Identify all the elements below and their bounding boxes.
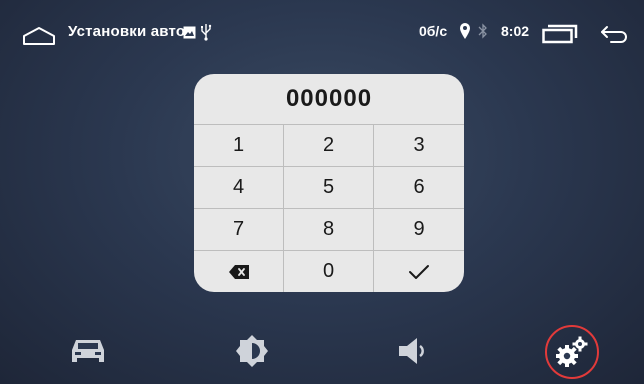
car-icon xyxy=(72,340,104,362)
password-keypad: 000000 1 2 3 4 5 6 7 8 9 0 xyxy=(194,74,464,292)
key-7[interactable]: 7 xyxy=(194,208,284,250)
status-bar: Установки авто 0б/с 8:02 xyxy=(0,0,644,76)
key-9[interactable]: 9 xyxy=(374,208,464,250)
bluetooth-icon xyxy=(478,23,487,39)
key-confirm[interactable] xyxy=(374,250,464,292)
volume-button[interactable] xyxy=(384,324,438,378)
home-icon[interactable] xyxy=(22,26,56,46)
volume-icon xyxy=(399,338,424,364)
settings-gears-icon xyxy=(556,336,588,367)
key-backspace[interactable] xyxy=(194,250,284,292)
image-icon xyxy=(183,26,196,39)
brightness-icon xyxy=(236,335,268,367)
app-title: Установки авто xyxy=(68,23,186,40)
car-settings-button[interactable] xyxy=(61,324,115,378)
key-8[interactable]: 8 xyxy=(284,208,374,250)
key-4[interactable]: 4 xyxy=(194,166,284,208)
recent-apps-icon[interactable] xyxy=(542,24,578,44)
system-settings-button[interactable] xyxy=(545,325,599,379)
brightness-button[interactable] xyxy=(225,324,279,378)
key-3[interactable]: 3 xyxy=(374,124,464,166)
bottom-dock xyxy=(0,318,644,384)
key-5[interactable]: 5 xyxy=(284,166,374,208)
clock-time: 8:02 xyxy=(501,23,530,39)
key-2[interactable]: 2 xyxy=(284,124,374,166)
back-icon[interactable] xyxy=(599,24,629,44)
key-6[interactable]: 6 xyxy=(374,166,464,208)
usb-icon xyxy=(201,24,212,41)
location-icon xyxy=(460,23,470,39)
keypad-grid: 1 2 3 4 5 6 7 8 9 0 xyxy=(194,124,464,292)
key-0[interactable]: 0 xyxy=(284,250,374,292)
checkmark-icon xyxy=(409,264,429,279)
network-speed: 0б/с xyxy=(419,23,448,39)
backspace-icon xyxy=(228,264,249,279)
password-display: 000000 xyxy=(285,85,373,112)
key-1[interactable]: 1 xyxy=(194,124,284,166)
